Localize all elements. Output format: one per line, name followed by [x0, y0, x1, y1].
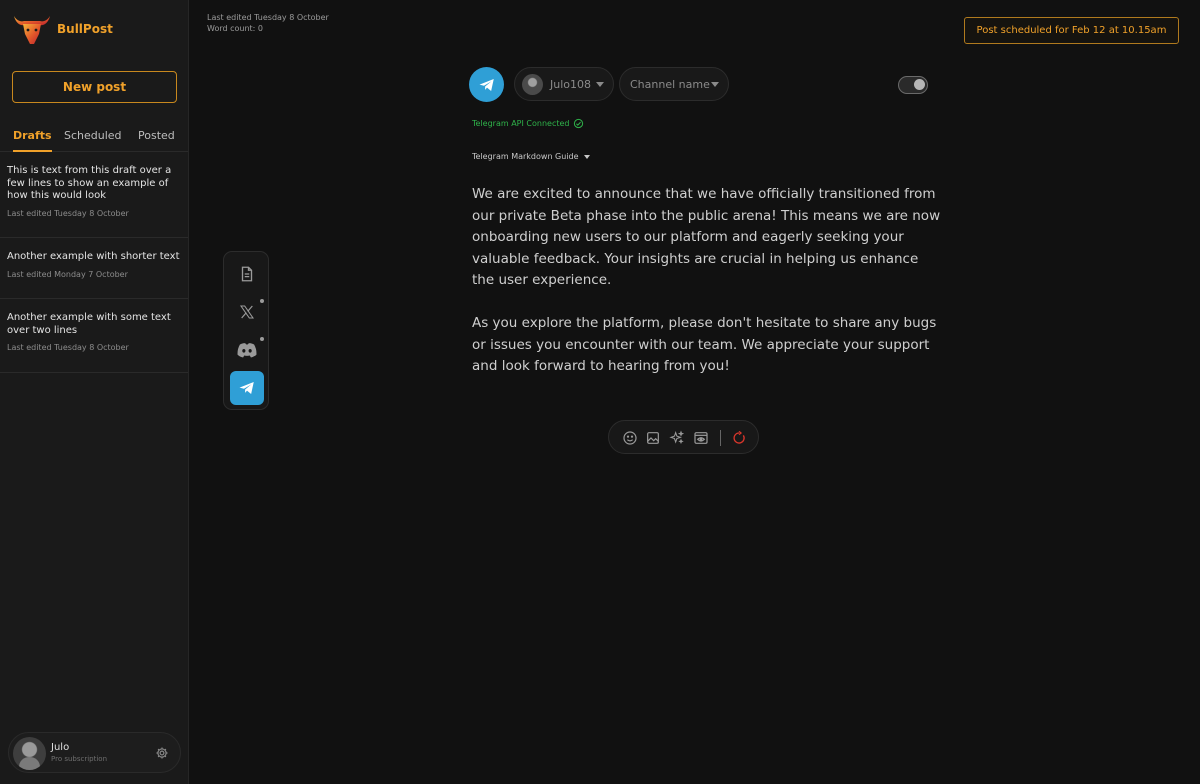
account-select[interactable]: Julo108 [514, 67, 614, 101]
chevron-down-icon [596, 82, 604, 87]
toggle-knob [914, 79, 925, 90]
image-icon[interactable] [645, 430, 661, 446]
channel-placeholder: Channel name [630, 77, 710, 91]
rail-document[interactable] [230, 257, 264, 291]
rail-telegram[interactable] [230, 371, 264, 405]
draft-item[interactable]: This is text from this draft over a few … [0, 165, 188, 238]
channel-select[interactable]: Channel name [619, 67, 729, 101]
tab-posted[interactable]: Posted [138, 129, 175, 152]
reset-icon[interactable] [731, 430, 747, 446]
editor-toolbar [608, 420, 759, 454]
document-icon [241, 266, 253, 282]
word-count: Word count: 0 [207, 23, 264, 33]
account-name: Julo108 [550, 77, 591, 91]
preview-icon[interactable] [693, 430, 709, 446]
post-scheduled-button[interactable]: Post scheduled for Feb 12 at 10.15am [964, 17, 1179, 44]
sidebar: BullPost New post Drafts Scheduled Poste… [0, 0, 189, 784]
api-status: Telegram API Connected [472, 118, 584, 129]
editor-paragraph: We are excited to announce that we have … [472, 186, 941, 289]
publish-toggle[interactable] [898, 76, 928, 94]
brand-name: BullPost [57, 22, 113, 36]
new-post-button[interactable]: New post [12, 71, 177, 103]
last-edited: Last edited Tuesday 8 October [207, 13, 329, 22]
app-root: BullPost New post Drafts Scheduled Poste… [0, 0, 1200, 784]
gear-icon[interactable] [155, 746, 169, 760]
telegram-icon [479, 78, 494, 91]
markdown-guide-toggle[interactable]: Telegram Markdown Guide [472, 152, 590, 161]
draft-title: This is text from this draft over a few … [7, 165, 172, 201]
draft-title: Another example with some text over two … [7, 312, 171, 336]
avatar [13, 737, 46, 770]
post-meta: Last edited Tuesday 8 October Word count… [207, 13, 329, 34]
api-status-text: Telegram API Connected [472, 119, 570, 128]
draft-tabs: Drafts Scheduled Posted [0, 129, 188, 152]
draft-item[interactable]: Another example with some text over two … [0, 312, 188, 373]
avatar [522, 73, 543, 95]
unread-dot [260, 337, 264, 341]
rail-discord[interactable] [230, 333, 264, 367]
draft-item[interactable]: Another example with shorter text Last e… [0, 251, 188, 299]
x-logo-icon [239, 305, 255, 319]
user-name: Julo [51, 742, 70, 753]
telegram-icon [239, 382, 254, 394]
markdown-guide-label: Telegram Markdown Guide [472, 152, 579, 161]
tab-scheduled[interactable]: Scheduled [64, 129, 122, 152]
draft-date: Last edited Tuesday 8 October [7, 208, 129, 218]
telegram-platform-badge [469, 67, 504, 102]
platform-rail [223, 251, 269, 410]
user-card[interactable]: Julo Pro subscription [8, 732, 181, 773]
user-plan: Pro subscription [51, 755, 108, 763]
editor-paragraph: As you explore the platform, please don'… [472, 314, 937, 375]
rail-x[interactable] [230, 295, 264, 329]
chevron-down-icon [711, 82, 719, 87]
caret-down-icon [583, 154, 590, 159]
discord-icon [237, 343, 257, 358]
draft-title: Another example with shorter text [7, 251, 180, 262]
toolbar-divider [720, 430, 721, 446]
draft-date: Last edited Tuesday 8 October [7, 343, 129, 352]
bull-logo-icon [14, 16, 50, 44]
unread-dot [260, 299, 264, 303]
post-editor[interactable]: We are excited to announce that we have … [472, 184, 942, 378]
tab-drafts[interactable]: Drafts [13, 129, 52, 152]
sparkle-icon[interactable] [669, 430, 685, 446]
emoji-icon[interactable] [622, 430, 638, 446]
draft-date: Last edited Monday 7 October [7, 269, 128, 279]
check-circle-icon [574, 118, 584, 129]
brand[interactable]: BullPost [12, 12, 113, 46]
